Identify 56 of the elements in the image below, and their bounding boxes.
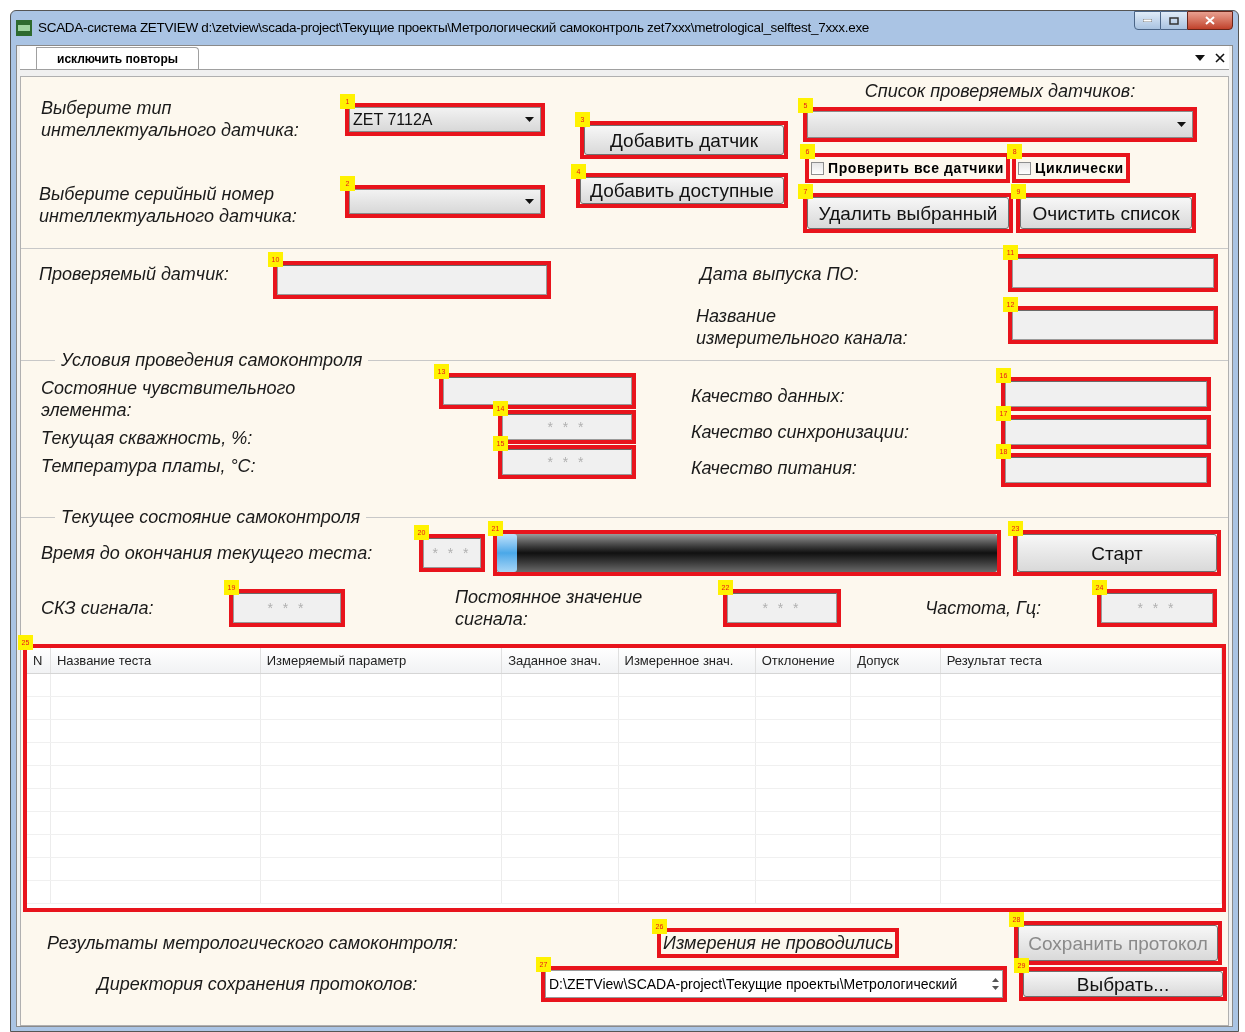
field-label: Название измерительного канала: [696, 305, 909, 349]
checkbox[interactable] [1018, 161, 1032, 175]
dropdown-icon[interactable] [1195, 55, 1205, 61]
field-label: Состояние чувствительного элемента: [41, 377, 297, 421]
field-label: Постоянное значение сигнала: [455, 586, 644, 630]
close-icon [1205, 16, 1215, 25]
window-title: SCADA-система ZETVIEW d:\zetview\scada-project\Текущие проекты\Метрологический самоконтроль zet7xxx\metrological_selftest_7xxx.exe [38, 18, 870, 37]
column-header[interactable]: Заданное знач. [502, 648, 619, 673]
add-sensor-button[interactable]: Добавить датчик [584, 125, 784, 155]
start-button[interactable]: Старт [1017, 534, 1217, 572]
field-label: Список проверяемых датчиков: [864, 80, 1136, 102]
column-header[interactable]: Результат теста [940, 648, 1222, 673]
spin-arrows-icon[interactable] [991, 976, 1000, 992]
field-label: Выберите тип интеллектуального датчика: [40, 97, 300, 141]
field-label: Проверяемый датчик: [39, 263, 230, 286]
column-header[interactable]: Допуск [851, 648, 941, 673]
group-title: Условия проведения самоконтроля [60, 349, 364, 371]
choose-button[interactable]: Выбрать... [1023, 971, 1223, 997]
field-label: Время до окончания текущего теста: [41, 542, 374, 564]
checkbox-label: Циклически [1035, 158, 1124, 178]
checkbox[interactable] [811, 161, 824, 175]
tab[interactable]: исключить повторы [36, 47, 199, 69]
field-label: Результаты метрологического самоконтроля: [47, 932, 459, 954]
minimize-button[interactable] [1134, 11, 1161, 30]
minimize-icon [1143, 19, 1152, 22]
checkbox-label: Проверить все датчики [828, 158, 1005, 178]
caret-icon [525, 199, 534, 204]
column-header[interactable]: Измеренное знач. [618, 648, 756, 673]
field-label: СКЗ сигнала: [41, 597, 155, 619]
column-header[interactable]: N [27, 648, 51, 673]
caret-icon [1177, 122, 1186, 127]
field-label: Выберите серийный номер интеллектуального датчика: [39, 183, 298, 227]
field-label: Частота, Гц: [924, 597, 1042, 619]
field-label: Качество питания: [691, 457, 858, 479]
clear-list-button[interactable]: Очистить список [1020, 197, 1192, 229]
field-label: Директория сохранения протоколов: [97, 973, 419, 995]
delete-selected-button[interactable]: Удалить выбранный [807, 197, 1009, 229]
column-header[interactable]: Отклонение [755, 648, 852, 673]
group-title: Текущее состояние самоконтроля [60, 506, 362, 528]
path-field[interactable]: D:\ZETView\SCADA-project\Текущие проекты\Метрологический [545, 970, 1003, 998]
maximize-button[interactable] [1161, 11, 1187, 30]
add-available-button[interactable]: Добавить доступные [580, 177, 784, 204]
column-header[interactable]: Измеряемый параметр [260, 648, 503, 673]
maximize-icon [1169, 16, 1179, 25]
column-header[interactable]: Название теста [50, 648, 261, 673]
combo-box[interactable]: ZET 7112A [349, 107, 541, 132]
field-label: Текущая скважность, %: [41, 427, 254, 449]
close-icon[interactable] [1215, 53, 1225, 63]
app-icon [16, 20, 32, 36]
field-label: Качество синхронизации: [691, 421, 910, 443]
status-text: Измерения не проводились [663, 932, 894, 954]
field-label: Температура платы, °C: [41, 455, 257, 477]
field-label: Дата выпуска ПО: [700, 263, 860, 285]
field-label: Качество данных: [691, 385, 846, 407]
caret-icon [525, 117, 534, 122]
close-button[interactable] [1187, 11, 1233, 30]
